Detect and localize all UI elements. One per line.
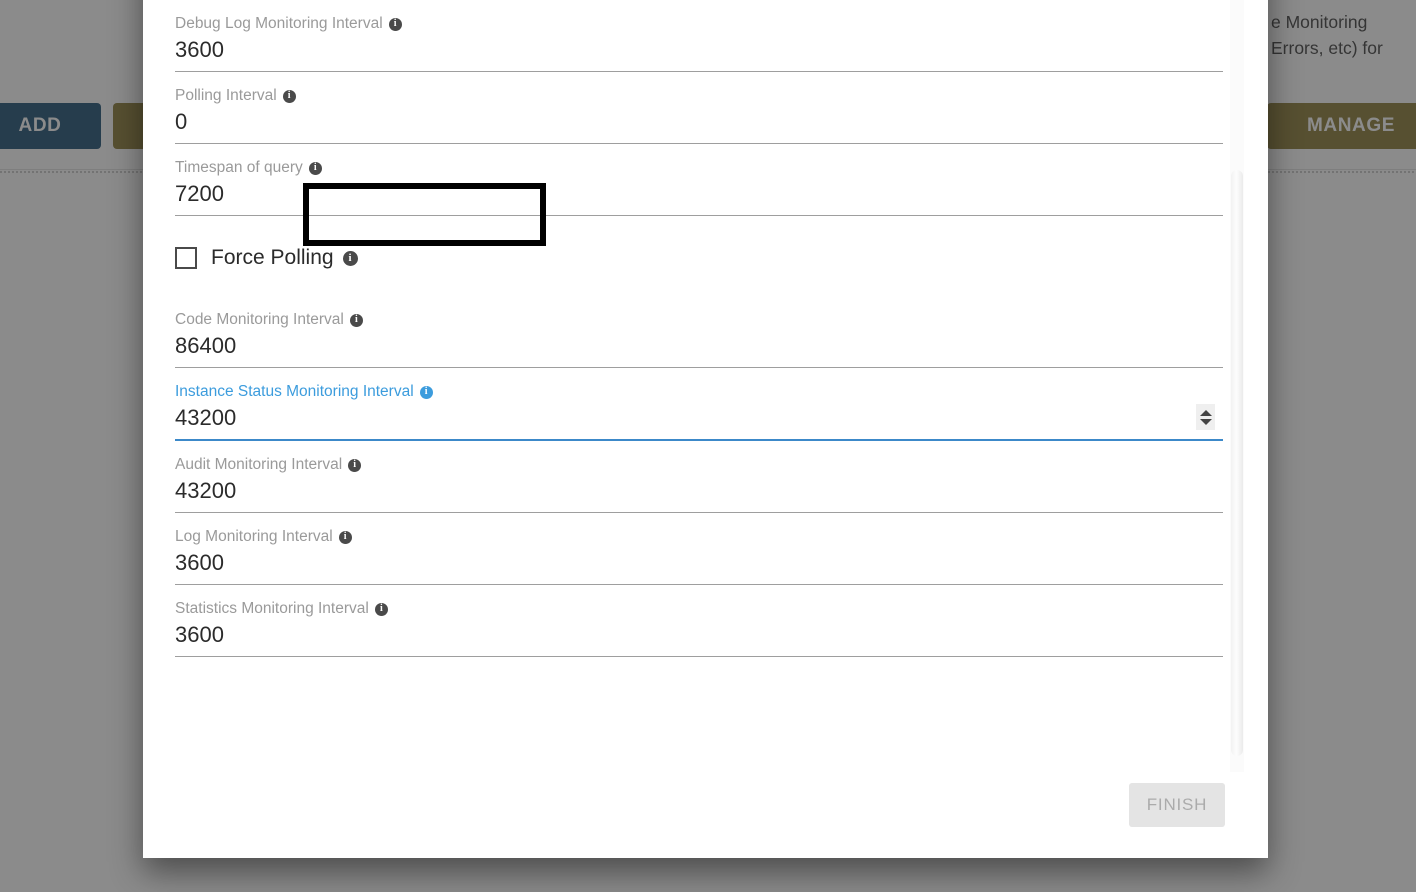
field-audit-monitoring-interval: Audit Monitoring Interval i [175,441,1223,513]
modal-scrollbar-track[interactable] [1230,0,1244,772]
field-debug-log-monitoring-interval: Debug Log Monitoring Interval i [175,0,1223,72]
field-underline [175,656,1223,657]
force-polling-label-text: Force Polling [211,246,334,270]
field-label: Code Monitoring Interval i [175,310,1223,330]
field-label: Timespan of query i [175,158,1223,178]
field-instance-status-monitoring-interval: Instance Status Monitoring Interval i [175,368,1223,441]
spinner-down-icon[interactable] [1200,419,1212,425]
field-label-text: Log Monitoring Interval [175,527,333,547]
field-label: Instance Status Monitoring Interval i [175,382,1223,402]
number-spinner[interactable] [1196,404,1215,430]
field-label: Audit Monitoring Interval i [175,455,1223,475]
field-statistics-monitoring-interval: Statistics Monitoring Interval i [175,585,1223,657]
field-label: Debug Log Monitoring Interval i [175,14,1223,34]
field-polling-interval: Polling Interval i [175,72,1223,144]
info-icon[interactable]: i [375,603,388,616]
force-polling-label: Force Polling i [211,246,358,270]
statistics-monitoring-interval-input[interactable] [175,619,1223,656]
spinner-up-icon[interactable] [1200,410,1212,416]
field-label-text: Code Monitoring Interval [175,310,344,330]
field-label-text: Debug Log Monitoring Interval [175,14,383,34]
debug-log-monitoring-interval-input[interactable] [175,34,1223,71]
field-label-text: Instance Status Monitoring Interval [175,382,414,402]
info-icon[interactable]: i [350,314,363,327]
page-root: orce.com Application e, Capacity, Perfor… [0,0,1416,892]
info-icon[interactable]: i [339,531,352,544]
modal-scroll-body: HIDE ADVANCED Debug Log Monitoring Inter… [143,0,1268,772]
timespan-of-query-input[interactable] [175,178,1223,215]
force-polling-checkbox[interactable] [175,247,197,269]
info-icon[interactable]: i [309,162,322,175]
field-label-text: Audit Monitoring Interval [175,455,342,475]
field-label-text: Statistics Monitoring Interval [175,599,369,619]
force-polling-row[interactable]: Force Polling i [175,216,1223,296]
finish-button[interactable]: FINISH [1129,783,1225,827]
field-label-text: Polling Interval [175,86,277,106]
form-fields-container: Debug Log Monitoring Interval i Polling … [175,0,1223,657]
polling-interval-input[interactable] [175,106,1223,143]
field-code-monitoring-interval: Code Monitoring Interval i [175,296,1223,368]
instance-status-monitoring-interval-input[interactable] [175,402,1223,439]
modal-scrollbar-thumb[interactable] [1231,170,1243,756]
info-icon[interactable]: i [283,90,296,103]
field-label: Statistics Monitoring Interval i [175,599,1223,619]
modal-footer: FINISH [143,772,1268,858]
field-label: Log Monitoring Interval i [175,527,1223,547]
info-icon[interactable]: i [389,18,402,31]
info-icon[interactable]: i [343,251,358,266]
audit-monitoring-interval-input[interactable] [175,475,1223,512]
info-icon[interactable]: i [420,386,433,399]
field-log-monitoring-interval: Log Monitoring Interval i [175,513,1223,585]
field-label: Polling Interval i [175,86,1223,106]
log-monitoring-interval-input[interactable] [175,547,1223,584]
code-monitoring-interval-input[interactable] [175,330,1223,367]
field-timespan-of-query: Timespan of query i [175,144,1223,216]
info-icon[interactable]: i [348,459,361,472]
field-label-text: Timespan of query [175,158,303,178]
settings-modal: HIDE ADVANCED Debug Log Monitoring Inter… [143,0,1268,858]
